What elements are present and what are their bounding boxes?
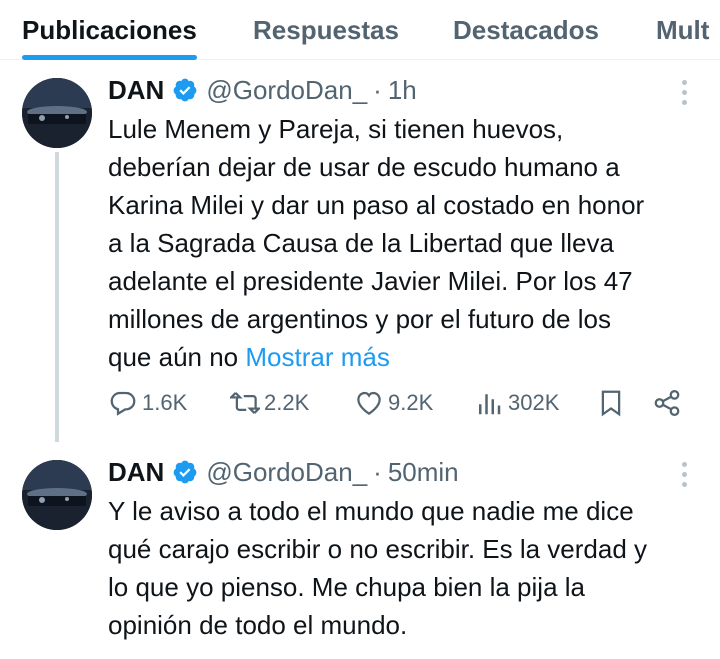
repost-button[interactable]: 2.2K <box>230 388 309 418</box>
reply-button[interactable]: 1.6K <box>108 388 187 418</box>
text-line: que aún no <box>108 342 239 372</box>
tab-respuestas[interactable]: Respuestas <box>253 0 399 60</box>
tab-publicaciones[interactable]: Publicaciones <box>22 0 197 60</box>
views-count: 302K <box>508 390 560 415</box>
more-options-icon[interactable] <box>680 462 690 488</box>
tweet-actions: 1.6K 2.2K 9.2K 302K <box>0 388 720 428</box>
tab-label: Publicaciones <box>22 14 197 45</box>
repost-icon <box>230 392 260 414</box>
text-line: Karina Milei y dar un paso al costado en… <box>108 190 645 220</box>
text-line: adelante el presidente Javier Milei. Por… <box>108 266 633 296</box>
repost-count: 2.2K <box>264 390 310 415</box>
avatar-image <box>22 460 92 530</box>
heart-icon <box>357 391 381 415</box>
text-line-last: que aún no Mostrar más <box>108 338 708 376</box>
profile-tabs: Publicaciones Respuestas Destacados Mult <box>0 0 720 60</box>
like-button[interactable]: 9.2K <box>354 388 433 418</box>
tab-destacados[interactable]: Destacados <box>453 0 599 60</box>
avatar[interactable] <box>22 78 92 148</box>
views-button[interactable]: 302K <box>474 388 559 418</box>
display-name[interactable]: DAN <box>108 75 164 106</box>
bookmark-button[interactable] <box>596 388 630 418</box>
tab-multimedia[interactable]: Mult <box>656 0 709 60</box>
timestamp[interactable]: 1h <box>388 75 417 106</box>
active-tab-indicator <box>22 55 197 60</box>
user-handle[interactable]: @GordoDan_ <box>206 75 367 106</box>
display-name[interactable]: DAN <box>108 457 164 488</box>
text-line: Lule Menem y Pareja, si tienen huevos, <box>108 114 564 144</box>
tab-label: Mult <box>656 14 710 45</box>
bookmark-icon <box>601 390 621 417</box>
tweet-header: DAN @GordoDan_ · 50min <box>108 455 459 488</box>
text-line: a la Sagrada Causa de la Libertad que ll… <box>108 228 614 258</box>
share-button[interactable] <box>652 388 686 418</box>
verified-badge-icon <box>173 78 197 102</box>
verified-badge-icon <box>173 460 197 484</box>
text-line: Y le aviso a todo el mundo que nadie me … <box>108 496 634 526</box>
tweet-text: Y le aviso a todo el mundo que nadie me … <box>108 492 708 644</box>
tab-label: Respuestas <box>253 14 399 45</box>
reply-count: 1.6K <box>142 390 188 415</box>
timestamp[interactable]: 50min <box>388 457 459 488</box>
reply-icon <box>110 391 136 416</box>
avatar[interactable] <box>22 460 92 530</box>
user-handle[interactable]: @GordoDan_ <box>206 457 367 488</box>
like-count: 9.2K <box>388 390 434 415</box>
share-icon <box>654 390 680 416</box>
more-options-icon[interactable] <box>680 80 690 106</box>
text-line: millones de argentinos y por el futuro d… <box>108 304 611 334</box>
views-chart-icon <box>479 394 501 415</box>
tweet-header: DAN @GordoDan_ · 1h <box>108 73 417 106</box>
separator: · <box>373 75 382 105</box>
text-line: deberían dejar de usar de escudo humano … <box>108 152 620 182</box>
text-line: qué carajo escribir o no escribir. Es la… <box>108 534 648 564</box>
avatar-image <box>22 78 92 148</box>
tab-label: Destacados <box>453 14 599 45</box>
separator: · <box>373 457 382 487</box>
text-line: opinión de todo el mundo. <box>108 610 408 640</box>
show-more-link[interactable]: Mostrar más <box>245 342 389 372</box>
text-line: lo que yo pienso. Me chupa bien la pija … <box>108 572 585 602</box>
tweet-text: Lule Menem y Pareja, si tienen huevos, d… <box>108 110 708 376</box>
